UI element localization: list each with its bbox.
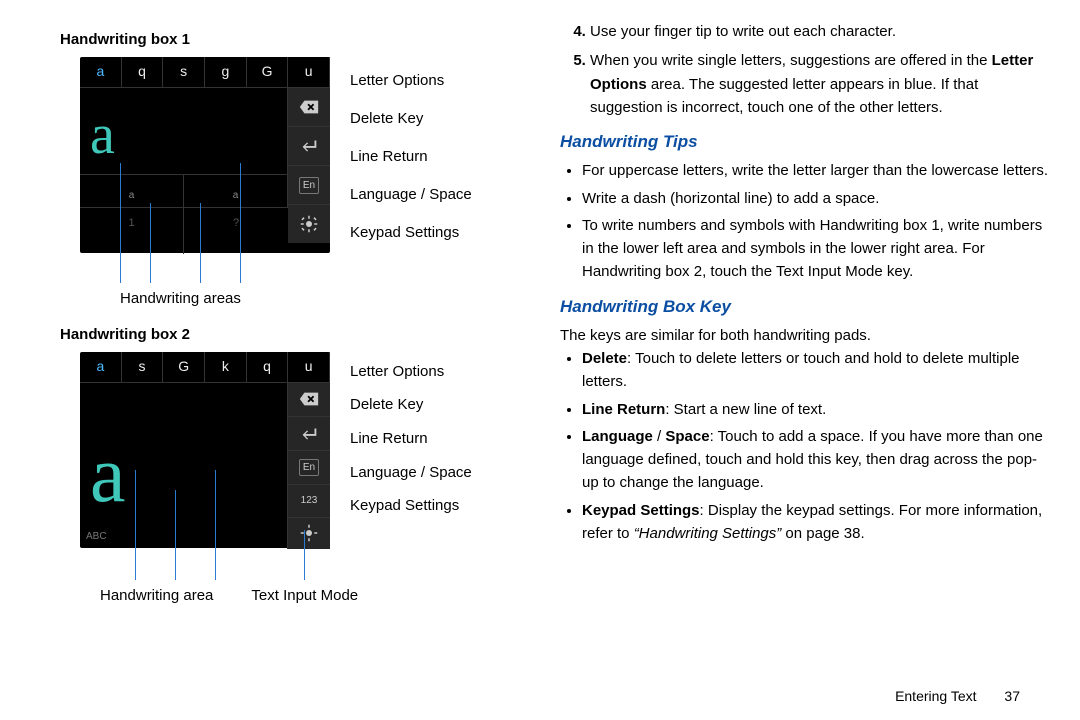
letter-options-row: a q s g G u [80,57,330,87]
caption-handwriting-areas: Handwriting areas [120,287,520,310]
figure-box1: a q s g G u a a a [60,57,520,253]
keypad-settings-key[interactable] [288,517,330,549]
handwriting-box-2: a s G k q u a ABC [80,352,330,548]
footer-section: Entering Text [895,688,976,704]
mode-indicator: ABC [86,529,107,545]
figure1-labels: Letter Options Delete Key Line Return La… [350,57,472,251]
letter-option[interactable]: a [80,57,122,87]
slash: / [653,428,666,445]
letter-option[interactable]: u [288,352,330,382]
return-icon [298,425,320,443]
label-letter-options: Letter Options [350,61,472,99]
caption-handwriting-area: Handwriting area [100,584,213,607]
language-badge: En [299,177,319,195]
boxkey-list: Delete: Touch to delete letters or touch… [560,347,1050,545]
letter-option[interactable]: G [163,352,205,382]
handwriting-stroke-a: a [90,92,115,179]
label-letter-options: Letter Options [350,356,472,388]
key-name: Space [665,428,709,445]
label-language-space: Language / Space [350,456,472,490]
key-name: Language [582,428,653,445]
page-footer: Entering Text 37 [895,688,1020,704]
heading-handwriting-tips: Handwriting Tips [560,129,1050,155]
steps-list: Use your finger tip to write out each ch… [560,20,1050,119]
step-4: Use your finger tip to write out each ch… [590,20,1050,43]
boxkey-keypad-settings: Keypad Settings: Display the keypad sett… [582,499,1050,546]
gear-icon [298,524,320,542]
label-keypad-settings: Keypad Settings [350,213,472,251]
letter-options-row: a s G k q u [80,352,330,382]
handwriting-canvas[interactable]: a a a 1 ? [80,88,288,254]
handwriting-stroke-a: a [90,413,126,537]
letter-option[interactable]: a [80,352,122,382]
backspace-icon [298,390,320,408]
mode-key-label: 123 [301,493,318,509]
label-keypad-settings: Keypad Settings [350,490,472,522]
line-return-key[interactable] [288,416,330,450]
caption-text-input-mode: Text Input Mode [251,584,358,607]
language-space-key[interactable]: En [288,450,330,484]
handwriting-box-1: a q s g G u a a a [80,57,330,253]
tips-list: For uppercase letters, write the letter … [560,159,1050,283]
handwriting-canvas[interactable]: a ABC [80,383,288,549]
step5-text-a: When you write single letters, suggestio… [590,52,992,69]
key-name: Keypad Settings [582,502,700,519]
letter-option[interactable]: s [163,57,205,87]
tip-item: For uppercase letters, write the letter … [582,159,1050,182]
figure2-labels: Letter Options Delete Key Line Return La… [350,352,472,522]
step-5: When you write single letters, suggestio… [590,49,1050,119]
handwriting-sub-left[interactable]: a [80,175,184,207]
label-delete-key: Delete Key [350,388,472,422]
letter-option[interactable]: q [122,57,164,87]
figure-box2: a s G k q u a ABC [60,352,520,548]
label-line-return: Line Return [350,422,472,456]
gear-icon [298,215,320,233]
letter-option[interactable]: s [122,352,164,382]
key-name: Line Return [582,401,665,418]
boxkey-line-return: Line Return: Start a new line of text. [582,398,1050,421]
tip-item: To write numbers and symbols with Handwr… [582,214,1050,284]
letter-option[interactable]: G [247,57,289,87]
key-desc: : Start a new line of text. [665,401,826,418]
step5-text-b: area. The suggested letter appears in bl… [590,76,978,116]
tip-item: Write a dash (horizontal line) to add a … [582,187,1050,210]
backspace-icon [298,98,320,116]
line-return-key[interactable] [288,126,330,165]
boxkey-intro: The keys are similar for both handwritin… [560,324,1050,347]
letter-option[interactable]: u [288,57,330,87]
keypad-side: En [288,88,330,254]
language-badge: En [299,459,319,477]
language-space-key[interactable]: En [288,165,330,204]
cross-ref: “Handwriting Settings” [634,525,782,542]
keypad-side: En 123 [288,383,330,549]
return-icon [298,137,320,155]
letter-option[interactable]: q [247,352,289,382]
text-input-mode-key[interactable]: 123 [288,484,330,516]
key-desc: : Touch to delete letters or touch and h… [582,350,1020,390]
letter-option[interactable]: k [205,352,247,382]
letter-option[interactable]: g [205,57,247,87]
box1-heading: Handwriting box 1 [60,28,520,51]
keypad-settings-key[interactable] [288,204,330,243]
number-area[interactable]: 1 [80,208,184,254]
delete-key[interactable] [288,88,330,126]
delete-key[interactable] [288,383,330,416]
key-name: Delete [582,350,627,367]
key-desc-tail: on page 38. [781,525,864,542]
boxkey-language-space: Language / Space: Touch to add a space. … [582,425,1050,495]
box2-heading: Handwriting box 2 [60,323,520,346]
label-delete-key: Delete Key [350,99,472,137]
label-line-return: Line Return [350,137,472,175]
heading-handwriting-box-key: Handwriting Box Key [560,294,1050,320]
label-language-space: Language / Space [350,175,472,213]
boxkey-delete: Delete: Touch to delete letters or touch… [582,347,1050,394]
footer-page-number: 37 [1004,688,1020,704]
